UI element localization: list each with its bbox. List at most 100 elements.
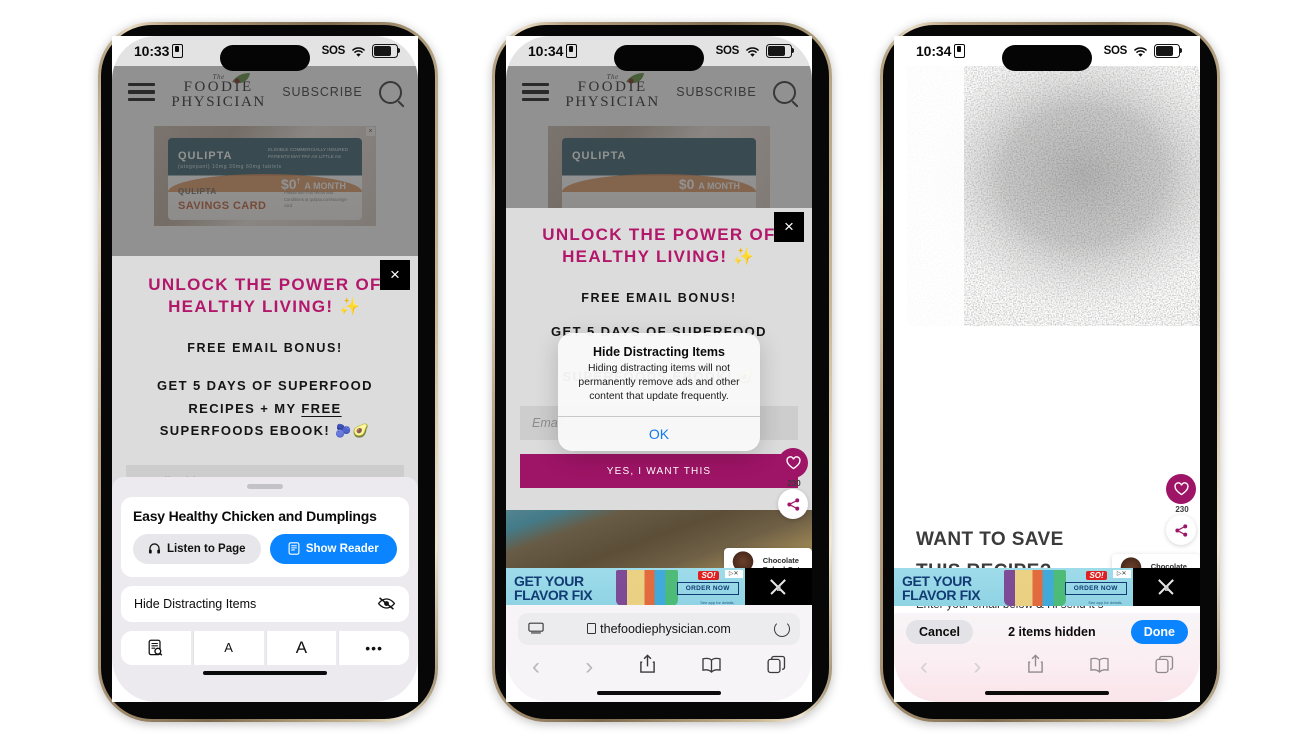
share-node-icon[interactable] bbox=[778, 489, 808, 519]
share-up-icon[interactable] bbox=[1027, 654, 1044, 679]
page-actions: Listen to Page Show Reader bbox=[133, 533, 397, 564]
like-count: 230 bbox=[787, 479, 801, 488]
heart-icon[interactable] bbox=[1166, 474, 1196, 504]
bottom-ad-cta[interactable]: ORDER NOW bbox=[676, 582, 739, 595]
popup-submit-button[interactable]: YES, I WANT THIS bbox=[520, 454, 798, 489]
sos-label: SOS bbox=[715, 45, 740, 57]
home-indicator[interactable] bbox=[985, 690, 1109, 695]
phone-2-screen: 10:34 SOS The bbox=[506, 36, 812, 702]
alert-message: Hiding distracting items will not perman… bbox=[578, 363, 740, 402]
status-indicators: SOS bbox=[715, 44, 795, 58]
popup-close-button[interactable]: × bbox=[774, 212, 804, 242]
bookmarks-icon[interactable] bbox=[1089, 656, 1110, 678]
home-indicator[interactable] bbox=[597, 690, 721, 695]
battery-icon bbox=[372, 44, 401, 58]
home-indicator[interactable] bbox=[203, 670, 327, 675]
page-dim-scrim bbox=[506, 66, 812, 208]
share-node-icon[interactable] bbox=[1166, 515, 1196, 545]
hide-items-bar: Cancel 2 items hidden Done bbox=[894, 613, 1200, 647]
tabs-icon[interactable] bbox=[767, 655, 786, 679]
location-lock-icon bbox=[954, 44, 966, 58]
bottom-ad-cta[interactable]: ORDER NOW bbox=[1064, 582, 1127, 595]
sos-label: SOS bbox=[1103, 45, 1128, 57]
bottom-ad-creative[interactable]: GET YOUR FLAVOR FIX SO! ORDER NOW See ap… bbox=[506, 568, 745, 606]
address-bar[interactable]: thefoodiephysician.com bbox=[518, 612, 800, 645]
listen-to-page-button[interactable]: Listen to Page bbox=[133, 533, 261, 564]
screenshot-stage: 10:33 SOS UNLOCK THE POWER OF HEALTHY LI… bbox=[0, 0, 1312, 738]
bottom-ad-creative[interactable]: GET YOUR FLAVOR FIX SO! ORDER NOW See ap… bbox=[894, 568, 1133, 606]
find-on-page-icon[interactable] bbox=[121, 630, 191, 665]
status-indicators: SOS bbox=[321, 44, 401, 58]
nav-row: ‹ › bbox=[894, 647, 1200, 685]
status-time: 10:34 bbox=[528, 43, 564, 59]
status-time-group: 10:34 bbox=[916, 43, 966, 59]
bottom-ad-drinks-image bbox=[615, 570, 678, 606]
url-text-group: thefoodiephysician.com bbox=[552, 622, 766, 636]
popup-body-line2: RECIPES + MY FREE bbox=[188, 400, 342, 416]
headphones-icon bbox=[148, 543, 160, 554]
popup-body-line1: GET 5 DAYS OF SUPERFOOD bbox=[157, 377, 373, 393]
cancel-button[interactable]: Cancel bbox=[906, 619, 973, 644]
hide-distracting-items-row[interactable]: Hide Distracting Items bbox=[121, 585, 409, 622]
wifi-icon bbox=[1133, 46, 1148, 57]
sticky-bottom-ad[interactable]: GET YOUR FLAVOR FIX SO! ORDER NOW See ap… bbox=[894, 568, 1200, 606]
lock-icon bbox=[587, 623, 597, 634]
status-time: 10:33 bbox=[134, 43, 170, 59]
phone-3-screen: 10:34 SOS WANT TO SAVE 230 Chocolate GET… bbox=[894, 36, 1200, 702]
hide-distracting-items-label: Hide Distracting Items bbox=[134, 596, 257, 611]
hamburger-menu-icon[interactable] bbox=[914, 81, 941, 99]
url-text: thefoodiephysician.com bbox=[600, 621, 731, 636]
bottom-ad-drinks-image bbox=[1003, 570, 1066, 606]
page-card: Easy Healthy Chicken and Dumplings Liste… bbox=[121, 496, 409, 577]
like-count: 230 bbox=[1175, 505, 1189, 514]
alert-ok-button[interactable]: OK bbox=[558, 415, 760, 451]
forward-button[interactable]: › bbox=[585, 653, 593, 681]
increase-text-size-button[interactable]: A bbox=[265, 630, 337, 665]
wifi-icon bbox=[745, 46, 760, 57]
ad-choices-icon[interactable]: ▷✕ bbox=[724, 570, 743, 578]
dynamic-island bbox=[614, 45, 704, 71]
popup-close-button[interactable]: × bbox=[380, 260, 410, 290]
wifi-icon bbox=[351, 46, 366, 57]
sheet-grabber[interactable] bbox=[247, 484, 283, 489]
popup-subheading: FREE EMAIL BONUS! bbox=[187, 340, 343, 355]
safari-toolbar: Cancel 2 items hidden Done ‹ › bbox=[894, 612, 1200, 702]
webpage-phone3: WANT TO SAVE THIS RECIPE? Enter your ema… bbox=[894, 66, 1200, 702]
hide-distracting-items-alert: Hide Distracting Items Hiding distractin… bbox=[558, 333, 760, 451]
status-time-group: 10:33 bbox=[134, 43, 184, 59]
nav-row: ‹ › bbox=[506, 649, 812, 685]
show-reader-button[interactable]: Show Reader bbox=[269, 533, 397, 564]
phone-3-frame: 10:34 SOS WANT TO SAVE 230 Chocolate GET… bbox=[880, 22, 1220, 722]
tabs-icon[interactable] bbox=[1155, 655, 1174, 679]
share-up-icon[interactable] bbox=[639, 654, 656, 679]
social-share-widget: 230 bbox=[778, 448, 810, 519]
items-hidden-status: 2 items hidden bbox=[1008, 624, 1096, 639]
close-ad-icon[interactable]: ılı bbox=[745, 577, 812, 597]
site-header bbox=[894, 66, 1200, 114]
alert-title: Hide Distracting Items bbox=[593, 345, 725, 359]
status-indicators: SOS bbox=[1103, 44, 1183, 58]
sticky-bottom-ad[interactable]: GET YOUR FLAVOR FIX SO! ORDER NOW See ap… bbox=[506, 568, 812, 606]
bookmarks-icon[interactable] bbox=[701, 656, 722, 678]
save-recipe-heading-1: WANT TO SAVE bbox=[916, 529, 1064, 550]
battery-icon bbox=[766, 44, 795, 58]
close-ad-icon[interactable]: ılı bbox=[1133, 577, 1200, 597]
chip-label-line1: Chocolate bbox=[762, 555, 799, 565]
popup-heading: UNLOCK THE POWER OF HEALTHY LIVING! ✨ bbox=[148, 275, 382, 317]
safari-toolbar: thefoodiephysician.com ‹ › bbox=[506, 604, 812, 702]
reload-icon[interactable] bbox=[774, 620, 790, 637]
page-settings-icon[interactable] bbox=[528, 622, 544, 635]
more-ellipsis-icon[interactable]: ••• bbox=[338, 630, 409, 665]
popup-heading: UNLOCK THE POWER OF HEALTHY LIVING! ✨ bbox=[542, 225, 776, 267]
phone-1-frame: 10:33 SOS UNLOCK THE POWER OF HEALTHY LI… bbox=[98, 22, 438, 722]
heart-icon[interactable] bbox=[778, 448, 808, 478]
recipe-photo bbox=[894, 114, 1200, 302]
decrease-text-size-button[interactable]: A bbox=[192, 630, 264, 665]
back-button[interactable]: ‹ bbox=[532, 653, 540, 681]
ad-choices-icon[interactable]: ▷✕ bbox=[1112, 570, 1131, 578]
forward-button[interactable]: › bbox=[973, 653, 981, 681]
back-button[interactable]: ‹ bbox=[920, 653, 928, 681]
done-button[interactable]: Done bbox=[1130, 619, 1188, 644]
bottom-ad-brand: SO! bbox=[698, 571, 719, 580]
sos-label: SOS bbox=[321, 45, 346, 57]
